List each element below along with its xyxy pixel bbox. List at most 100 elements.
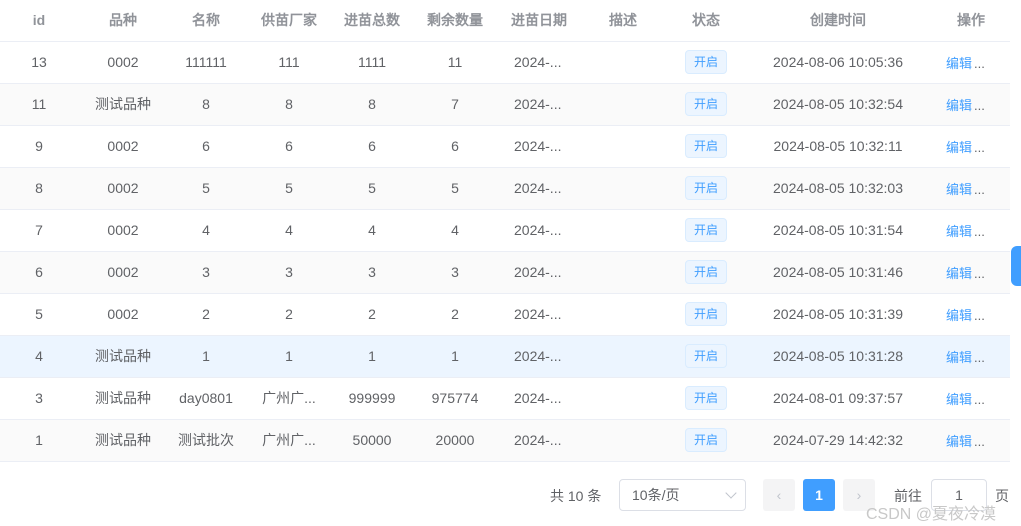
edit-link[interactable]: 编辑 bbox=[946, 98, 972, 113]
more-actions-link[interactable]: ... bbox=[974, 308, 985, 323]
cell-date: 2024-... bbox=[500, 125, 578, 168]
cell-total: 50000 bbox=[334, 419, 410, 462]
cell-supplier: 1 bbox=[244, 335, 334, 378]
cell-actions: 编辑... bbox=[932, 83, 1010, 126]
chevron-right-icon: › bbox=[856, 487, 862, 503]
edit-link[interactable]: 编辑 bbox=[946, 56, 972, 71]
edit-link[interactable]: 编辑 bbox=[946, 392, 972, 407]
cell-id: 1 bbox=[0, 419, 78, 462]
table-row[interactable]: 8 0002 5 5 5 5 2024-... 开启 2024-08-05 10:32:03 编辑… bbox=[0, 167, 1010, 210]
table-row[interactable]: 1 测试品种 测试批次 广州广... 50000 20000 2024-... 开启 2024-… bbox=[0, 419, 1010, 462]
cell-actions: 编辑... bbox=[932, 293, 1010, 336]
cell-variety: 测试品种 bbox=[78, 83, 168, 126]
table-row[interactable]: 9 0002 6 6 6 6 2024-... 开启 2024-08-05 10:32:11 编辑… bbox=[0, 125, 1010, 168]
edit-link[interactable]: 编辑 bbox=[946, 434, 972, 449]
edit-link[interactable]: 编辑 bbox=[946, 140, 972, 155]
edit-link[interactable]: 编辑 bbox=[946, 266, 972, 281]
cell-actions: 编辑... bbox=[932, 209, 1010, 252]
page-number-button[interactable]: 1 bbox=[803, 479, 835, 511]
cell-actions: 编辑... bbox=[932, 251, 1010, 294]
cell-created: 2024-08-05 10:32:11 bbox=[744, 125, 932, 168]
cell-created: 2024-07-29 14:42:32 bbox=[744, 419, 932, 462]
cell-id: 11 bbox=[0, 83, 78, 126]
cell-desc bbox=[578, 251, 668, 294]
cell-name: 1 bbox=[168, 335, 244, 378]
cell-created: 2024-08-05 10:32:03 bbox=[744, 167, 932, 210]
cell-status: 开启 bbox=[668, 251, 744, 294]
chevron-down-icon bbox=[725, 487, 737, 499]
side-drawer-handle[interactable] bbox=[1011, 246, 1021, 286]
cell-remaining: 20000 bbox=[410, 419, 500, 462]
cell-date: 2024-... bbox=[500, 41, 578, 84]
cell-total: 4 bbox=[334, 209, 410, 252]
cell-variety: 测试品种 bbox=[78, 419, 168, 462]
edit-link[interactable]: 编辑 bbox=[946, 224, 972, 239]
cell-id: 13 bbox=[0, 41, 78, 84]
prev-page-button[interactable]: ‹ bbox=[763, 479, 795, 511]
edit-link[interactable]: 编辑 bbox=[946, 350, 972, 365]
cell-remaining: 4 bbox=[410, 209, 500, 252]
cell-id: 3 bbox=[0, 377, 78, 420]
cell-id: 6 bbox=[0, 251, 78, 294]
page-size-select[interactable]: 10条/页 bbox=[619, 479, 746, 511]
more-actions-link[interactable]: ... bbox=[974, 434, 985, 449]
status-badge: 开启 bbox=[684, 344, 727, 368]
cell-name: 5 bbox=[168, 167, 244, 210]
cell-variety: 测试品种 bbox=[78, 335, 168, 378]
cell-remaining: 3 bbox=[410, 251, 500, 294]
status-badge: 开启 bbox=[684, 134, 727, 158]
more-actions-link[interactable]: ... bbox=[974, 98, 985, 113]
more-actions-link[interactable]: ... bbox=[974, 224, 985, 239]
column-header: 名称 bbox=[168, 0, 244, 42]
cell-desc bbox=[578, 209, 668, 252]
cell-remaining: 5 bbox=[410, 167, 500, 210]
table-row[interactable]: 3 测试品种 day0801 广州广... 999999 975774 2024-... 开启… bbox=[0, 377, 1010, 420]
cell-variety: 0002 bbox=[78, 209, 168, 252]
table-row[interactable]: 6 0002 3 3 3 3 2024-... 开启 2024-08-05 10:31:46 编辑… bbox=[0, 251, 1010, 294]
cell-supplier: 2 bbox=[244, 293, 334, 336]
column-header: 创建时间 bbox=[744, 0, 932, 42]
column-header: 供苗厂家 bbox=[244, 0, 334, 42]
column-header: id bbox=[0, 0, 78, 42]
table-row[interactable]: 13 0002 111111 111 1111 11 2024-... 开启 2024-08-0… bbox=[0, 41, 1010, 84]
table-row[interactable]: 11 测试品种 8 8 8 7 2024-... 开启 2024-08-05 10:32:54 编… bbox=[0, 83, 1010, 126]
column-header: 操作 bbox=[932, 0, 1010, 42]
cell-date: 2024-... bbox=[500, 335, 578, 378]
cell-desc bbox=[578, 335, 668, 378]
page-unit-label: 页 bbox=[995, 488, 1009, 504]
cell-status: 开启 bbox=[668, 377, 744, 420]
pagination-total: 共 10 条 bbox=[550, 488, 602, 504]
cell-remaining: 1 bbox=[410, 335, 500, 378]
more-actions-link[interactable]: ... bbox=[974, 350, 985, 365]
cell-desc bbox=[578, 377, 668, 420]
cell-name: 111111 bbox=[168, 41, 244, 84]
chevron-left-icon: ‹ bbox=[776, 487, 782, 503]
status-badge: 开启 bbox=[684, 386, 727, 410]
cell-remaining: 2 bbox=[410, 293, 500, 336]
cell-actions: 编辑... bbox=[932, 377, 1010, 420]
cell-name: 2 bbox=[168, 293, 244, 336]
cell-variety: 0002 bbox=[78, 125, 168, 168]
edit-link[interactable]: 编辑 bbox=[946, 308, 972, 323]
more-actions-link[interactable]: ... bbox=[974, 392, 985, 407]
cell-supplier: 广州广... bbox=[244, 419, 334, 462]
cell-id: 8 bbox=[0, 167, 78, 210]
cell-date: 2024-... bbox=[500, 83, 578, 126]
cell-total: 6 bbox=[334, 125, 410, 168]
cell-date: 2024-... bbox=[500, 293, 578, 336]
more-actions-link[interactable]: ... bbox=[974, 266, 985, 281]
table-row[interactable]: 7 0002 4 4 4 4 2024-... 开启 2024-08-05 10:31:54 编辑… bbox=[0, 209, 1010, 252]
status-badge: 开启 bbox=[684, 428, 727, 452]
cell-name: day0801 bbox=[168, 377, 244, 420]
table-row[interactable]: 4 测试品种 1 1 1 1 2024-... 开启 2024-08-05 10:31:28 编辑… bbox=[0, 335, 1010, 378]
status-badge: 开启 bbox=[684, 176, 727, 200]
cell-status: 开启 bbox=[668, 419, 744, 462]
edit-link[interactable]: 编辑 bbox=[946, 182, 972, 197]
more-actions-link[interactable]: ... bbox=[974, 140, 985, 155]
cell-remaining: 7 bbox=[410, 83, 500, 126]
more-actions-link[interactable]: ... bbox=[974, 182, 985, 197]
more-actions-link[interactable]: ... bbox=[974, 56, 985, 71]
table-row[interactable]: 5 0002 2 2 2 2 2024-... 开启 2024-08-05 10:31:39 编辑… bbox=[0, 293, 1010, 336]
cell-status: 开启 bbox=[668, 41, 744, 84]
cell-actions: 编辑... bbox=[932, 335, 1010, 378]
